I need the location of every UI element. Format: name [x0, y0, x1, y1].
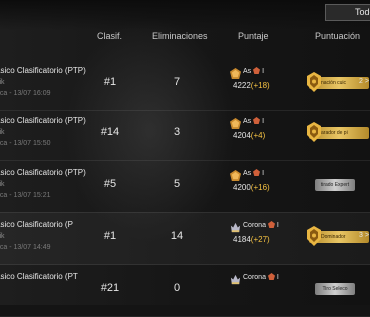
title-emblem-icon — [306, 226, 322, 246]
match-score: 4200(+16) — [233, 183, 270, 192]
tier-label: As — [243, 170, 252, 177]
match-row[interactable]: ásico Clasificatorio (PTP) vik rica - 13/0… — [0, 58, 370, 111]
match-rank: #1 — [103, 76, 117, 88]
tier-badge-icon — [230, 272, 241, 285]
tier-name: As I — [243, 169, 264, 177]
tier-name: Corona I — [243, 273, 279, 281]
tier-divider — [266, 221, 277, 229]
match-map: vik — [0, 129, 5, 136]
tier-level: I — [276, 222, 279, 229]
tier-divider — [251, 117, 262, 125]
title-emblem-icon — [306, 72, 322, 92]
match-map: vik — [0, 181, 5, 188]
match-mode: ásico Clasificatorio (P — [0, 220, 73, 229]
match-mode: ásico Clasificatorio (PTP) — [0, 168, 86, 177]
column-header-kills: Eliminaciones — [152, 31, 208, 41]
match-row[interactable]: ásico Clasificatorio (P vik rica - 13/07 1… — [0, 212, 370, 265]
tier-name: Corona I — [243, 221, 279, 229]
header-shade — [0, 0, 370, 30]
match-map: vik — [0, 233, 5, 240]
match-date: rica - 13/07 15:50 — [0, 140, 51, 147]
match-kills: 7 — [173, 76, 181, 88]
match-score: 4184(+27) — [233, 235, 270, 244]
score-gain: (+4) — [250, 131, 266, 140]
score-value: 4204 — [233, 131, 251, 140]
tier-badge-icon — [230, 220, 241, 233]
title-badge[interactable]: Tiro Seleco — [315, 283, 355, 295]
match-date: rica - 13/07 15:21 — [0, 192, 51, 199]
match-row[interactable]: ásico Clasificatorio (PTP) vik rica - 13/0… — [0, 160, 370, 213]
column-header-rating: Puntuación — [315, 31, 361, 41]
score-value: 4222 — [233, 81, 251, 90]
match-rank: #1 — [103, 230, 117, 242]
match-date: rica - 13/07 16:09 — [0, 90, 51, 97]
match-score: 4222(+18) — [233, 81, 270, 90]
tier-label: As — [243, 68, 252, 75]
more-titles-button[interactable]: 2 > — [359, 78, 369, 85]
tier-level: I — [276, 274, 279, 281]
more-titles-button[interactable]: 3 > — [359, 232, 369, 239]
tier-name: As I — [243, 117, 264, 125]
tier-divider — [251, 169, 262, 177]
match-rank: #14 — [100, 126, 120, 138]
filter-dropdown[interactable]: Todo — [325, 4, 370, 21]
match-score: 4204(+4) — [233, 131, 265, 140]
match-kills: 5 — [173, 178, 181, 190]
match-row[interactable]: ásico Clasificatorio (PTP) vik rica - 13/0… — [0, 108, 370, 161]
tier-label: Corona — [243, 222, 266, 229]
score-value: 4184 — [233, 235, 251, 244]
tier-divider — [251, 67, 262, 75]
tier-label: As — [243, 118, 252, 125]
title-badge[interactable]: tirado Expert — [315, 179, 355, 191]
tier-level: I — [262, 170, 265, 177]
tier-level: I — [262, 118, 265, 125]
tier-level: I — [262, 68, 265, 75]
match-kills: 3 — [173, 126, 181, 138]
match-mode: ásico Clasificatorio (PTP) — [0, 66, 86, 75]
column-header-score: Puntaje — [238, 31, 269, 41]
match-date: rica - 13/07 14:49 — [0, 244, 51, 251]
column-header-rank: Clasif. — [97, 31, 123, 41]
tier-badge-icon — [230, 168, 241, 181]
match-row[interactable]: ásico Clasificatorio (PT #21 0 Corona I Tiro… — [0, 264, 370, 317]
tier-name: As I — [243, 67, 264, 75]
match-kills: 14 — [170, 230, 184, 242]
score-gain: (+27) — [250, 235, 270, 244]
tier-divider — [266, 273, 277, 281]
match-mode: ásico Clasificatorio (PTP) — [0, 116, 86, 125]
score-value: 4200 — [233, 183, 251, 192]
match-rank: #5 — [103, 178, 117, 190]
match-rank: #21 — [100, 282, 120, 294]
tier-badge-icon — [230, 116, 241, 129]
score-gain: (+18) — [250, 81, 270, 90]
match-kills: 0 — [173, 282, 181, 294]
tier-badge-icon — [230, 66, 241, 79]
score-gain: (+16) — [250, 183, 270, 192]
match-map: vik — [0, 79, 5, 86]
title-emblem-icon — [306, 122, 322, 142]
match-mode: ásico Clasificatorio (PT — [0, 272, 78, 281]
tier-label: Corona — [243, 274, 266, 281]
